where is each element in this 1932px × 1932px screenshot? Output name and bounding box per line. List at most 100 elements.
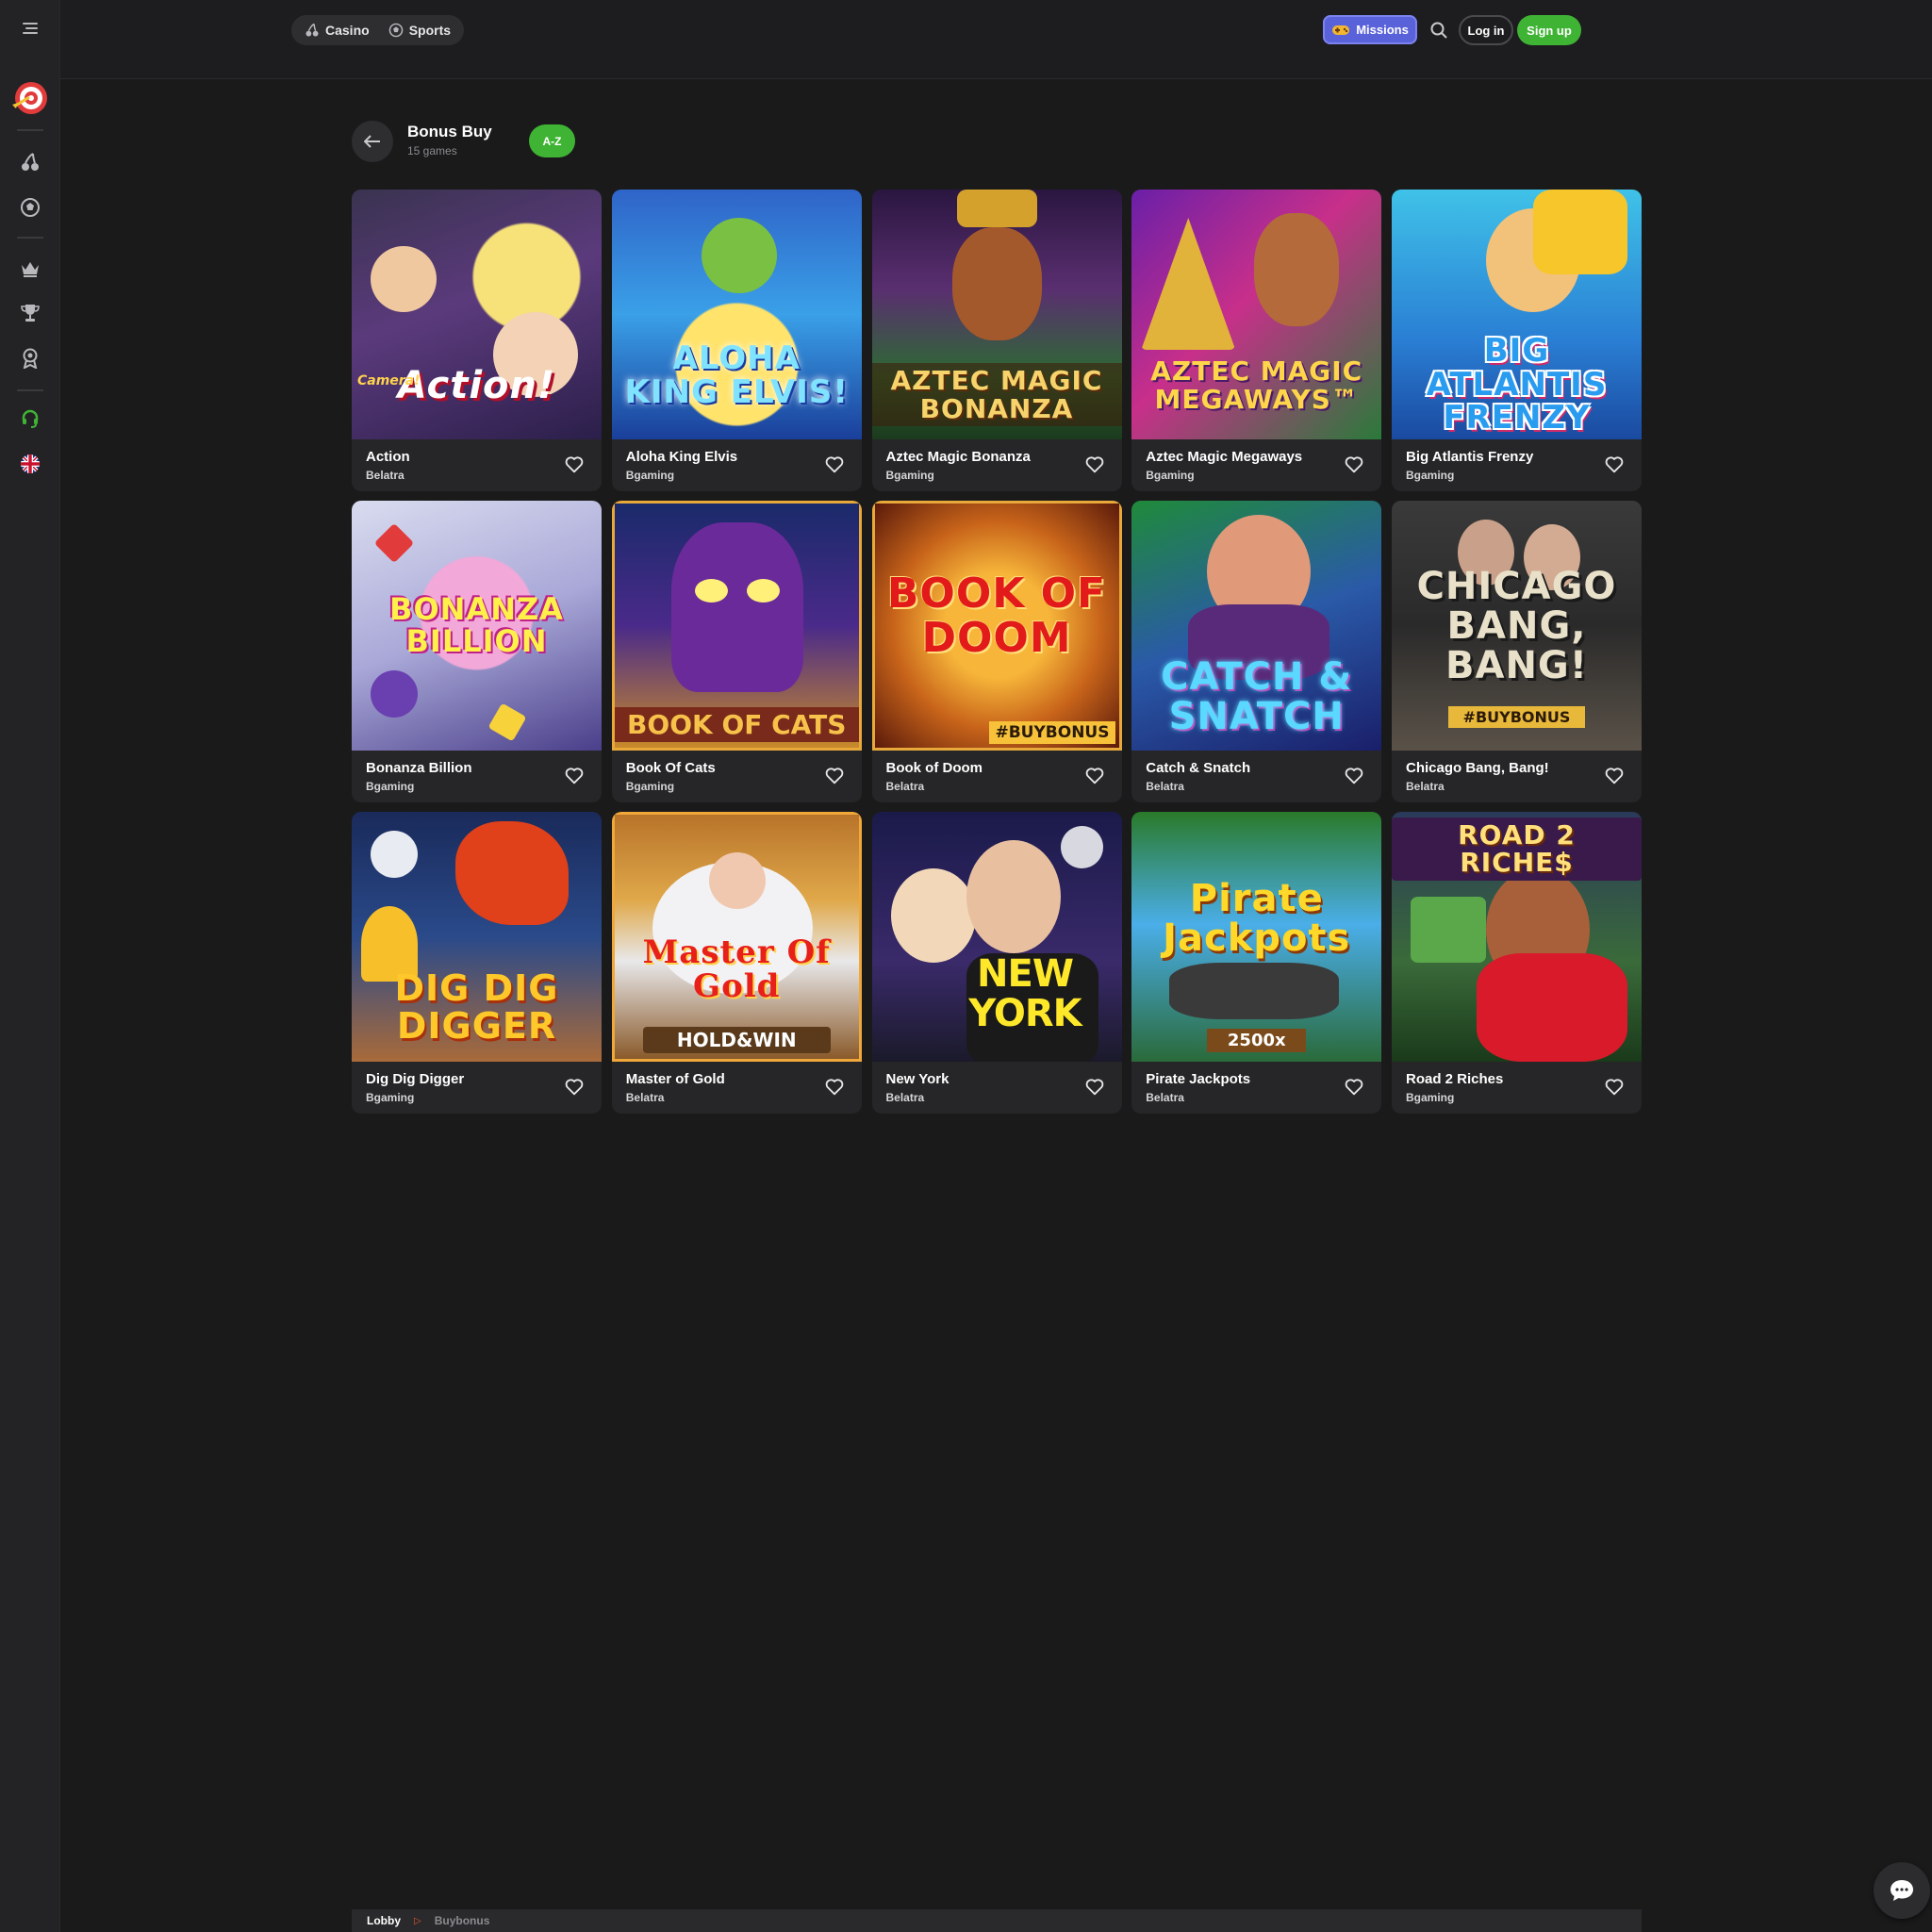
game-provider: Bgaming: [625, 780, 675, 793]
game-card[interactable]: Action! Camera! Action Belatra: [352, 190, 602, 491]
game-thumbnail[interactable]: Aztec Magic Megaways™: [1131, 190, 1382, 439]
game-name: Road 2 Riches: [1406, 1071, 1504, 1087]
game-art-title: Aztec Magic Bonanza: [871, 363, 1122, 426]
logo-target-icon[interactable]: [0, 77, 60, 119]
chat-button[interactable]: [1874, 1862, 1930, 1919]
cherry-icon[interactable]: [0, 151, 60, 173]
back-button[interactable]: [352, 121, 393, 162]
heart-icon[interactable]: [824, 454, 845, 475]
heart-icon[interactable]: [1604, 454, 1625, 475]
nav-sports[interactable]: Sports: [379, 18, 460, 42]
game-thumbnail[interactable]: Chicago Bang, Bang! #BUYBONUS: [1392, 501, 1642, 751]
game-thumbnail[interactable]: New York: [871, 812, 1122, 1062]
heart-icon[interactable]: [1604, 1077, 1625, 1098]
game-provider: Bgaming: [366, 780, 415, 793]
heart-icon[interactable]: [1604, 766, 1625, 786]
game-provider: Bgaming: [1406, 469, 1455, 482]
game-thumbnail[interactable]: Aztec Magic Bonanza: [871, 190, 1122, 439]
missions-button[interactable]: Missions: [1323, 15, 1417, 44]
game-art-title: Book of Doom: [886, 570, 1107, 662]
game-card[interactable]: Chicago Bang, Bang! #BUYBONUS Chicago Ba…: [1392, 501, 1642, 802]
game-art-title: Aloha King Elvis!: [624, 339, 849, 411]
game-provider: Belatra: [885, 780, 925, 793]
game-art-subtitle: HOLD&WIN: [642, 1027, 831, 1053]
game-name: Aloha King Elvis: [625, 449, 738, 465]
game-art-subtitle: 2500x: [1207, 1029, 1307, 1052]
chat-bubble-icon: [1891, 1880, 1913, 1901]
sidebar: [0, 0, 60, 1932]
heart-icon[interactable]: [1344, 766, 1364, 786]
support-headset-icon[interactable]: [0, 407, 60, 430]
trophy-icon[interactable]: [0, 302, 60, 324]
breadcrumb-lobby[interactable]: Lobby: [367, 1914, 401, 1927]
game-card[interactable]: Aztec Magic Megaways™ Aztec Magic Megawa…: [1131, 190, 1382, 491]
nav-casino[interactable]: Casino: [295, 18, 379, 42]
game-card[interactable]: Bonanza Billion Bonanza Billion Bgaming: [352, 501, 602, 802]
game-art-subtitle: #BUYBONUS: [1448, 706, 1585, 728]
game-thumbnail[interactable]: Master Of Gold HOLD&WIN: [611, 812, 862, 1062]
game-name: Pirate Jackpots: [1146, 1071, 1251, 1087]
game-name: Action: [366, 449, 410, 465]
game-thumbnail[interactable]: Action! Camera!: [352, 190, 602, 439]
heart-icon[interactable]: [564, 766, 585, 786]
game-thumbnail[interactable]: Book of Cats: [611, 501, 862, 751]
game-name: Big Atlantis Frenzy: [1406, 449, 1534, 465]
game-thumbnail[interactable]: Bonanza Billion: [352, 501, 602, 751]
search-icon: [1430, 22, 1447, 39]
game-card[interactable]: Road 2 Riche$ Road 2 Riches Bgaming: [1392, 812, 1642, 1114]
arrow-left-icon: [364, 135, 380, 148]
soccer-ball-icon[interactable]: [0, 196, 60, 219]
game-card[interactable]: New York New York Belatra: [871, 812, 1122, 1114]
sidebar-divider: [17, 237, 43, 239]
game-card[interactable]: Big Atlantis Frenzy Big Atlantis Frenzy B…: [1392, 190, 1642, 491]
heart-icon[interactable]: [1084, 1077, 1105, 1098]
game-thumbnail[interactable]: Dig Dig Digger: [352, 812, 602, 1062]
game-thumbnail[interactable]: Big Atlantis Frenzy: [1392, 190, 1642, 439]
game-card[interactable]: Aloha King Elvis! Aloha King Elvis Bgamin…: [611, 190, 862, 491]
game-art-title: Chicago Bang, Bang!: [1416, 564, 1617, 687]
game-thumbnail[interactable]: Road 2 Riche$: [1392, 812, 1642, 1062]
menu-icon[interactable]: [0, 15, 60, 41]
game-thumbnail[interactable]: Catch & Snatch: [1131, 501, 1382, 751]
nav-casino-label: Casino: [325, 23, 370, 38]
game-art-title: Aztec Magic Megaways™: [1150, 355, 1363, 415]
game-art-title: Master Of Gold: [642, 933, 831, 1005]
soccer-ball-icon: [388, 23, 403, 38]
game-card[interactable]: Book of Doom #BUYBONUS Book of Doom Belat…: [871, 501, 1122, 802]
game-card[interactable]: Dig Dig Digger Dig Dig Digger Bgaming: [352, 812, 602, 1114]
game-name: Dig Dig Digger: [366, 1071, 465, 1087]
login-button[interactable]: Log in: [1459, 15, 1513, 45]
game-thumbnail[interactable]: Book of Doom #BUYBONUS: [871, 501, 1122, 751]
game-provider: Bgaming: [1146, 469, 1195, 482]
game-card[interactable]: Book of Cats Book Of Cats Bgaming: [611, 501, 862, 802]
game-provider: Bgaming: [366, 1091, 415, 1104]
game-provider: Bgaming: [1406, 1091, 1455, 1104]
badge-icon[interactable]: [0, 347, 60, 370]
chevron-right-icon: ▷: [414, 1915, 421, 1926]
game-card[interactable]: Pirate Jackpots 2500x Pirate Jackpots Bel…: [1131, 812, 1382, 1114]
sort-az-button[interactable]: A-Z: [529, 124, 575, 157]
heart-icon[interactable]: [824, 1077, 845, 1098]
game-card[interactable]: Aztec Magic Bonanza Aztec Magic Bonanza B…: [871, 190, 1122, 491]
game-name: Aztec Magic Megaways: [1146, 449, 1303, 465]
heart-icon[interactable]: [1084, 454, 1105, 475]
heart-icon[interactable]: [564, 1077, 585, 1098]
sidebar-divider: [17, 389, 43, 391]
game-card[interactable]: Master Of Gold HOLD&WIN Master of Gold Be…: [611, 812, 862, 1114]
game-thumbnail[interactable]: Pirate Jackpots 2500x: [1131, 812, 1382, 1062]
search-button[interactable]: [1426, 17, 1452, 43]
heart-icon[interactable]: [1344, 454, 1364, 475]
heart-icon[interactable]: [1084, 766, 1105, 786]
crown-icon[interactable]: [0, 257, 60, 280]
game-art-title: Road 2 Riche$: [1392, 817, 1642, 881]
uk-flag-icon[interactable]: [0, 453, 60, 475]
game-card[interactable]: Catch & Snatch Catch & Snatch Belatra: [1131, 501, 1382, 802]
game-thumbnail[interactable]: Aloha King Elvis!: [611, 190, 862, 439]
gamepad-icon: [1332, 25, 1350, 35]
game-art-title: Catch & Snatch: [1161, 654, 1353, 738]
heart-icon[interactable]: [824, 766, 845, 786]
signup-button[interactable]: Sign up: [1517, 15, 1581, 45]
heart-icon[interactable]: [564, 454, 585, 475]
heart-icon[interactable]: [1344, 1077, 1364, 1098]
page-title: Bonus Buy: [407, 123, 492, 140]
